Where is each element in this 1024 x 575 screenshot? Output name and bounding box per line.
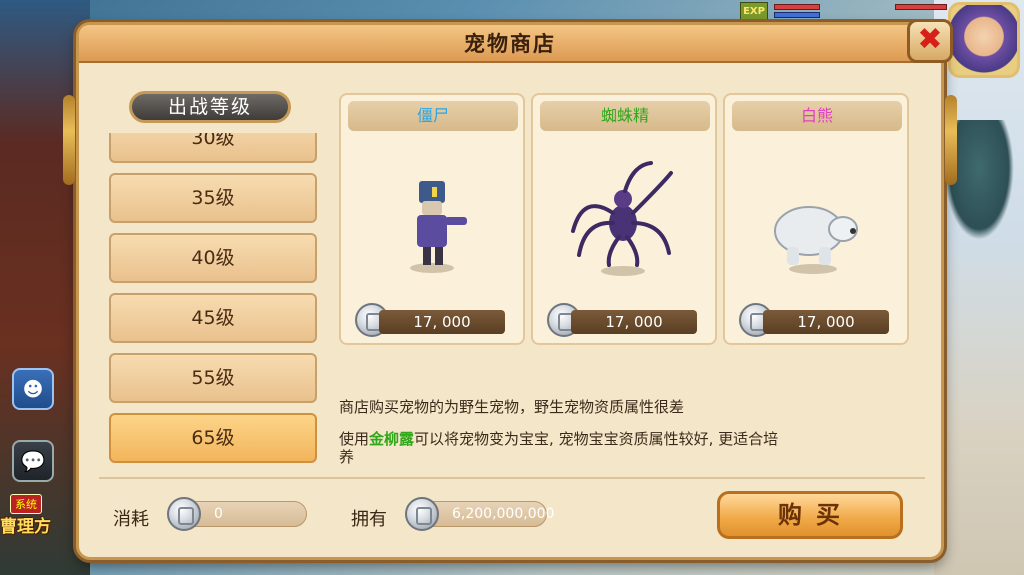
pet-price: 17, 000 [379, 310, 505, 334]
friends-icon[interactable]: ☻ [12, 368, 54, 410]
description-line-1: 商店购买宠物的为野生宠物，野生宠物资质属性很差 [339, 398, 685, 416]
pet-card-spider[interactable]: 蜘蛛精 17, 000 [531, 93, 717, 345]
background-right-scene [934, 0, 1024, 575]
level-panel: 出战等级 30级 35级 40级 45级 55级 65级 [99, 77, 327, 477]
right-tassel-decoration [945, 95, 957, 185]
system-message-text: 曹理方 [0, 517, 51, 537]
target-hp-bar [895, 4, 947, 10]
item-name-highlight: 金柳露 [369, 430, 415, 448]
silver-coin-icon [405, 497, 439, 531]
left-tassel-decoration [63, 95, 75, 185]
mp-bar [774, 12, 820, 18]
silver-coin-icon [167, 497, 201, 531]
pet-name: 蜘蛛精 [540, 101, 710, 131]
level-item-45[interactable]: 45级 [109, 293, 317, 343]
description-prefix: 使用 [339, 430, 370, 448]
level-item-55[interactable]: 55级 [109, 353, 317, 403]
footer-divider [99, 477, 925, 479]
pet-card-bear[interactable]: 白熊 17, 000 [723, 93, 909, 345]
pet-card-zombie[interactable]: 僵尸 17, 000 [339, 93, 525, 345]
exp-badge: EXP [740, 2, 768, 20]
description-line-2: 使用金柳露可以将宠物变为宝宝, 宠物宝宝资质属性较好, 更适合培 [339, 429, 778, 449]
level-panel-header: 出战等级 [129, 91, 291, 123]
player-avatar[interactable] [948, 2, 1020, 78]
bear-figure-icon [774, 206, 858, 274]
level-list[interactable]: 30级 35级 40级 45级 55级 65级 [109, 133, 317, 477]
pet-price: 17, 000 [763, 310, 889, 334]
level-item-35[interactable]: 35级 [109, 173, 317, 223]
pet-name: 僵尸 [348, 101, 518, 131]
buy-button[interactable]: 购买 [717, 491, 903, 539]
chat-icon[interactable]: 💬 [12, 440, 54, 482]
spider-figure-icon [571, 161, 673, 276]
description-suffix: 可以将宠物变为宝宝, 宠物宝宝资质属性较好, 更适合培 [414, 430, 779, 448]
cost-label: 消耗 [113, 509, 149, 530]
hp-bar [774, 4, 820, 10]
owned-value: 6,200,000,000 [452, 506, 555, 522]
description-line-3: 养 [339, 448, 355, 466]
pet-shop-dialog: 宠物商店 ✖ 出战等级 30级 35级 40级 45级 55级 65级 僵尸 1… [63, 19, 957, 560]
pet-name: 白熊 [732, 101, 902, 131]
dialog-title: 宠物商店 [464, 32, 556, 56]
own-label: 拥有 [351, 509, 387, 530]
zombie-figure-icon [410, 181, 467, 273]
level-item-65[interactable]: 65级 [109, 413, 317, 463]
level-item-40[interactable]: 40级 [109, 233, 317, 283]
system-channel-tag: 系统 [10, 494, 42, 514]
pet-price: 17, 000 [571, 310, 697, 334]
cost-value: 0 [214, 506, 223, 522]
close-button[interactable]: ✖ [907, 19, 953, 63]
level-item-30[interactable]: 30级 [109, 133, 317, 163]
